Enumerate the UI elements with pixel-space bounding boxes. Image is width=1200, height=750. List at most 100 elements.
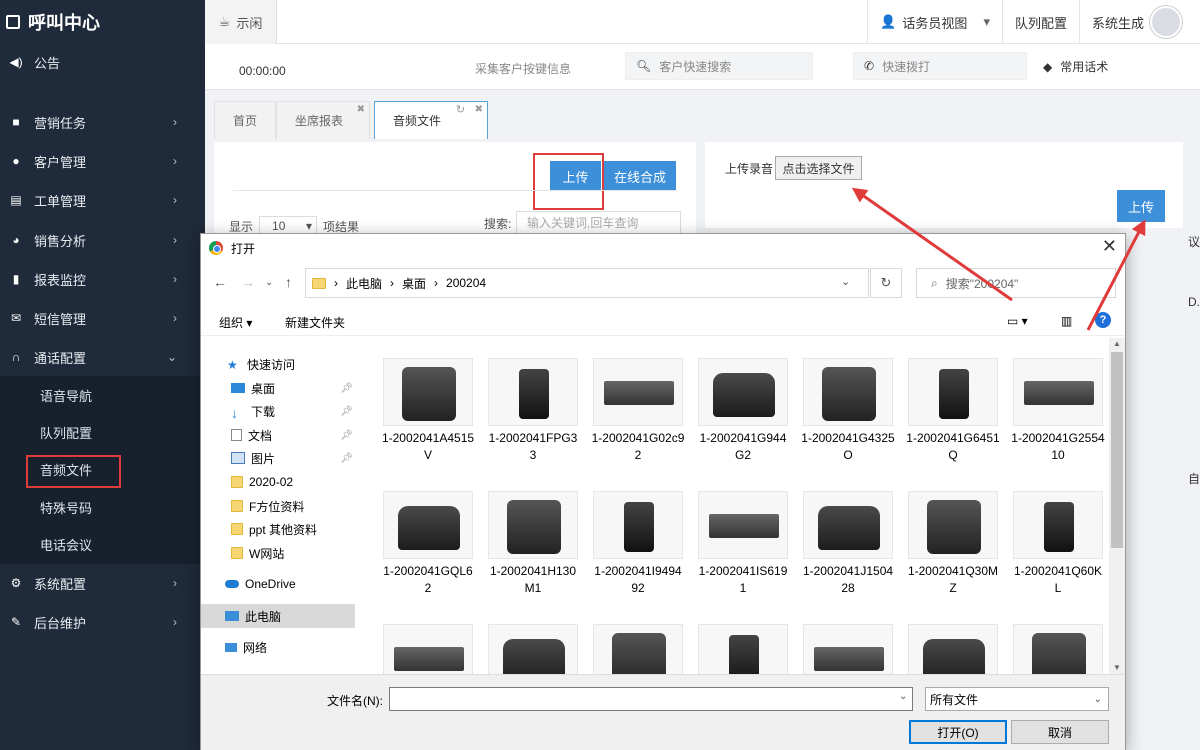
refresh-button[interactable]: ↻: [870, 268, 902, 298]
file-item[interactable]: 1-2002041FPG33: [482, 358, 584, 464]
file-item[interactable]: 1-2002041IS6191: [692, 491, 794, 597]
file-item[interactable]: [797, 624, 899, 674]
file-item[interactable]: 1-2002041G944G2: [692, 358, 794, 464]
nav-onedrive[interactable]: OneDrive: [201, 572, 355, 596]
scroll-up-icon[interactable]: ▲: [1113, 339, 1121, 348]
avatar[interactable]: [1150, 6, 1182, 38]
tab-home[interactable]: 首页: [214, 101, 277, 139]
file-item[interactable]: [692, 624, 794, 674]
customer-search-input[interactable]: 🔍︎ 客户快速搜索: [625, 52, 813, 80]
nav-quick-access[interactable]: ★ 快速访问: [201, 352, 355, 376]
common-phrases-button[interactable]: ◆ 常用话术: [1043, 58, 1108, 75]
chevron-right-icon: ›: [173, 193, 177, 207]
breadcrumb-desktop[interactable]: 桌面: [402, 275, 426, 292]
sidebar-subitem-voice-nav[interactable]: 语音导航: [0, 378, 205, 412]
file-type-select[interactable]: 所有文件 ⌄: [925, 687, 1109, 711]
online-synthesis-button[interactable]: 在线合成: [604, 161, 676, 191]
file-thumbnail: [803, 491, 893, 559]
sidebar-item-reports[interactable]: ▮ 报表监控 ›: [0, 261, 205, 297]
agent-view-dropdown[interactable]: 👤 话务员视图 ▾: [867, 0, 1002, 44]
sidebar-item-maintenance[interactable]: ✎ 后台维护 ›: [0, 604, 205, 640]
file-item[interactable]: [1007, 624, 1109, 674]
sidebar-item-system[interactable]: ⚙ 系统配置 ›: [0, 565, 205, 601]
tab-agent-report[interactable]: 坐席报表 ✖: [276, 101, 371, 139]
preview-pane-icon[interactable]: ▥: [1061, 314, 1072, 328]
queue-config-link[interactable]: 队列配置: [1001, 0, 1079, 44]
organize-menu[interactable]: 组织 ▾: [219, 314, 252, 331]
file-item[interactable]: 1-2002041G4325O: [797, 358, 899, 464]
phone-icon: ✆: [864, 59, 875, 73]
up-icon[interactable]: ↑: [285, 274, 292, 290]
address-bar[interactable]: › 此电脑 › 桌面 › 200204: [305, 268, 869, 298]
sidebar-item-label: 通话配置: [34, 350, 87, 366]
breadcrumb-folder[interactable]: 200204: [446, 276, 486, 290]
nav-folder-w[interactable]: W网站: [201, 541, 355, 565]
close-icon[interactable]: ✖: [357, 104, 365, 115]
keyword-search-input[interactable]: 输入关键词,回车查询: [516, 211, 681, 235]
file-item[interactable]: [587, 624, 689, 674]
sidebar-subitem-special[interactable]: 特殊号码: [0, 490, 205, 524]
cancel-button[interactable]: 取消: [1011, 720, 1109, 744]
status-button[interactable]: ☕ 示闲: [205, 0, 277, 44]
nav-folder-ppt[interactable]: ppt 其他资料: [201, 517, 355, 541]
file-item[interactable]: 1-2002041A4515V: [377, 358, 479, 464]
chevron-right-icon: ›: [173, 615, 177, 629]
chevron-down-icon[interactable]: ⌄: [899, 691, 907, 702]
scroll-thumb[interactable]: [1111, 352, 1123, 548]
tab-audio-files[interactable]: 音频文件 ↻ ✖: [374, 101, 489, 139]
nav-downloads[interactable]: ↓ 下载 📌︎: [201, 399, 355, 423]
collect-keys-link[interactable]: 采集客户按键信息: [475, 60, 571, 77]
menu-toggle-icon[interactable]: [6, 15, 20, 29]
sidebar-item-label: 公告: [34, 55, 61, 71]
filename-input[interactable]: [389, 687, 913, 711]
command-bar: 组织 ▾ 新建文件夹 ▭ ▾ ▥ ?: [201, 306, 1125, 336]
sidebar-item-call-config[interactable]: ∩ 通话配置 ⌄: [0, 339, 205, 375]
forward-icon[interactable]: →: [241, 274, 255, 290]
upload-recording-button[interactable]: 上传: [1117, 190, 1165, 222]
close-icon[interactable]: ✕: [1102, 236, 1117, 257]
back-icon[interactable]: ←: [213, 274, 227, 290]
file-item[interactable]: [902, 624, 1004, 674]
nav-network[interactable]: 网络: [201, 635, 355, 659]
scroll-down-icon[interactable]: ▼: [1113, 663, 1121, 672]
open-button[interactable]: 打开(O): [909, 720, 1007, 744]
new-folder-button[interactable]: 新建文件夹: [285, 314, 345, 331]
recent-dropdown-icon[interactable]: ⌄: [265, 277, 273, 288]
nav-documents[interactable]: 文档 📌︎: [201, 423, 355, 447]
help-icon[interactable]: ?: [1095, 312, 1111, 328]
sidebar-subitem-conference[interactable]: 电话会议: [0, 527, 205, 561]
file-item[interactable]: [482, 624, 584, 674]
quick-dial-input[interactable]: ✆ 快速拨打: [853, 52, 1027, 80]
sidebar-item-sms[interactable]: ✉ 短信管理 ›: [0, 300, 205, 336]
file-item[interactable]: 1-2002041G02c92: [587, 358, 689, 464]
file-item[interactable]: 1-2002041Q30MZ: [902, 491, 1004, 597]
file-item[interactable]: 1-2002041G6451Q: [902, 358, 1004, 464]
sidebar-item-tickets[interactable]: ▤ 工单管理 ›: [0, 182, 205, 218]
refresh-icon[interactable]: ↻: [456, 103, 465, 116]
sidebar-item-customers[interactable]: ● 客户管理 ›: [0, 143, 205, 179]
scrollbar[interactable]: ▲ ▼: [1109, 338, 1125, 674]
view-options-icon[interactable]: ▭ ▾: [1007, 314, 1028, 328]
nav-pictures[interactable]: 图片 📌︎: [201, 446, 355, 470]
file-item[interactable]: [377, 624, 479, 674]
file-item[interactable]: 1-2002041I949492: [587, 491, 689, 597]
file-item[interactable]: 1-2002041GQL62: [377, 491, 479, 597]
file-item[interactable]: 1-2002041H130M1: [482, 491, 584, 597]
user-menu[interactable]: 系统生成: [1078, 0, 1200, 44]
close-icon[interactable]: ✖: [475, 104, 483, 115]
sidebar-item-sales[interactable]: ◕ 销售分析 ›: [0, 222, 205, 258]
breadcrumb-this-pc[interactable]: 此电脑: [346, 275, 382, 292]
file-item[interactable]: 1-2002041Q60KL: [1007, 491, 1109, 597]
nav-folder-2020-02[interactable]: 2020-02: [201, 470, 355, 494]
nav-this-pc[interactable]: 此电脑: [201, 604, 355, 628]
nav-folder-f[interactable]: F方位资料: [201, 494, 355, 518]
choose-file-button[interactable]: 点击选择文件: [775, 156, 862, 180]
sidebar-item-notice[interactable]: ◀) 公告: [0, 44, 205, 80]
folder-search-input[interactable]: ⌕ 搜索"200204": [916, 268, 1116, 298]
chevron-down-icon[interactable]: ⌄: [841, 275, 850, 288]
nav-desktop[interactable]: 桌面 📌︎: [201, 376, 355, 400]
file-item[interactable]: 1-2002041J150428: [797, 491, 899, 597]
file-item[interactable]: 1-2002041G255410: [1007, 358, 1109, 464]
sidebar-item-marketing[interactable]: ■ 营销任务 ›: [0, 104, 205, 140]
sidebar-subitem-queue[interactable]: 队列配置: [0, 415, 205, 449]
